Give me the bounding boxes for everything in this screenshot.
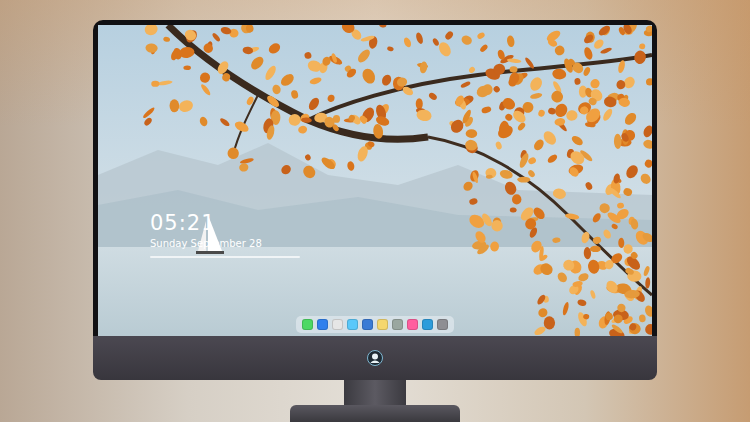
dock-app-icon[interactable] [422,319,433,330]
monitor-bezel: 05:21 Sunday September 28 [93,20,657,336]
dock-app-icon[interactable] [437,319,448,330]
clock-time: 05:21 [150,211,300,235]
dock-app-icon[interactable] [392,319,403,330]
hint-line [150,256,300,258]
brand-logo-icon [367,350,383,366]
dock-app-icon[interactable] [317,319,328,330]
monitor: 05:21 Sunday September 28 [93,20,657,422]
dock-app-icon[interactable] [362,319,373,330]
dock [296,316,454,333]
dock-app-icon[interactable] [347,319,358,330]
monitor-stand [290,405,460,422]
mockup-scene: 05:21 Sunday September 28 [0,0,750,422]
dock-app-icon[interactable] [302,319,313,330]
lock-info: 05:21 Sunday September 28 [150,211,300,258]
monitor-chin [93,336,657,380]
dock-app-icon[interactable] [377,319,388,330]
lock-screen: 05:21 Sunday September 28 [98,25,652,336]
clock-date: Sunday September 28 [150,238,300,250]
monitor-neck [344,380,406,405]
wallpaper-photo [98,25,652,336]
dock-app-icon[interactable] [332,319,343,330]
dock-app-icon[interactable] [407,319,418,330]
